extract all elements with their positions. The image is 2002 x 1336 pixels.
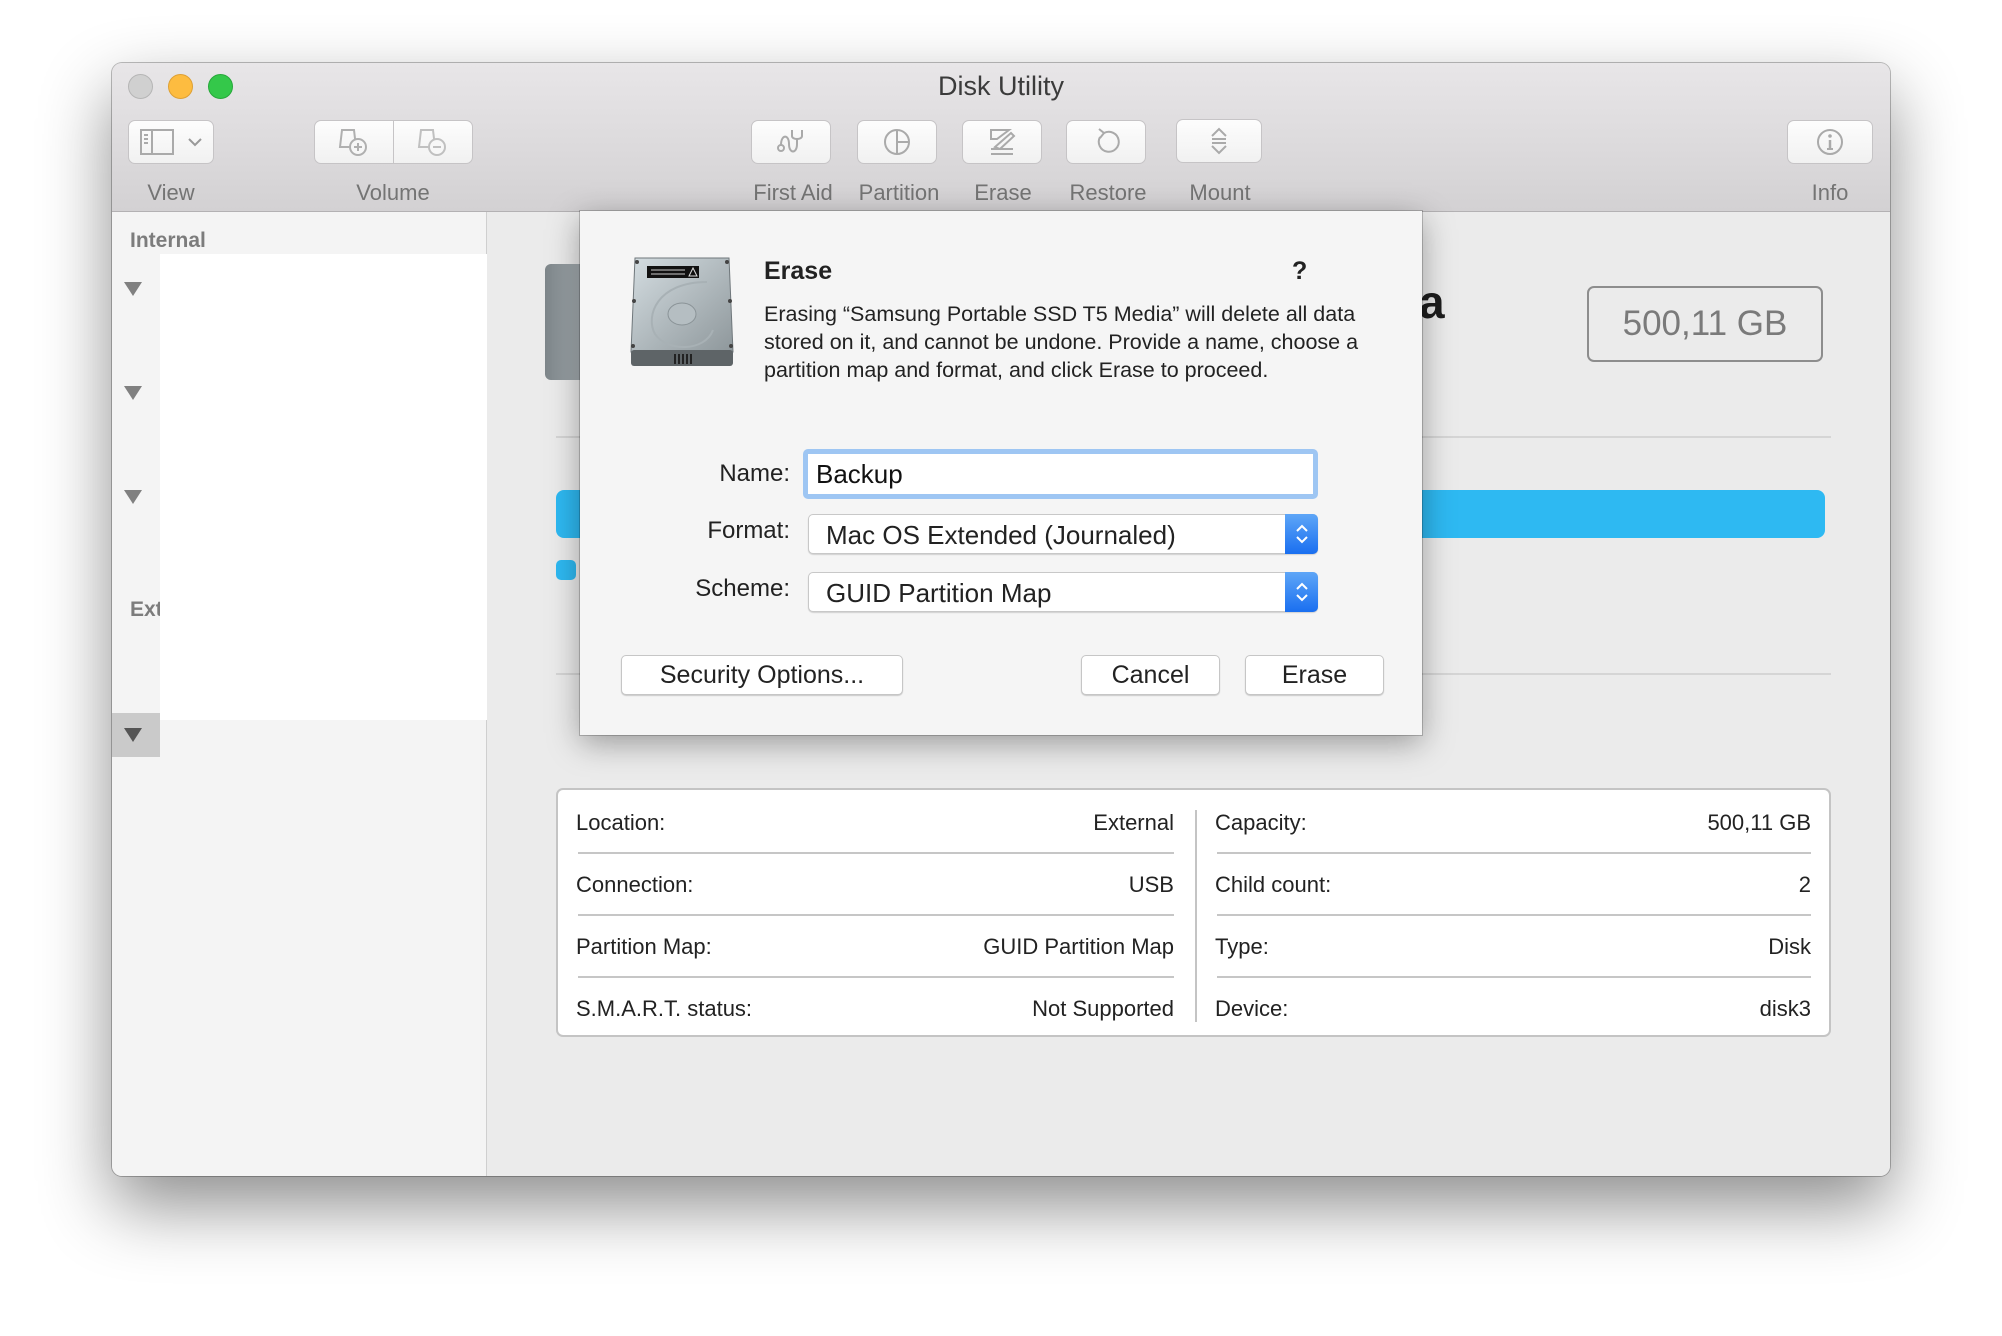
info-value: External xyxy=(1093,810,1174,835)
mount-label: Mount xyxy=(1189,180,1251,205)
stethoscope-icon xyxy=(775,126,807,158)
info-row: Connection: USB xyxy=(576,854,1174,916)
disclosure-triangle-icon[interactable] xyxy=(124,282,142,296)
volume-label: Volume xyxy=(356,180,430,205)
info-value: USB xyxy=(1128,872,1174,897)
security-options-button[interactable]: Security Options... xyxy=(621,655,903,695)
format-select[interactable]: Mac OS Extended (Journaled) xyxy=(808,514,1318,554)
info-row: Location: External xyxy=(576,792,1174,854)
info-icon xyxy=(1815,127,1845,157)
cancel-button[interactable]: Cancel xyxy=(1081,655,1220,695)
restore-button[interactable] xyxy=(1066,120,1146,164)
capacity-badge: 500,11 GB xyxy=(1587,286,1823,362)
sidebar-header-external: Ext xyxy=(130,598,163,621)
info-label: Info xyxy=(1811,180,1849,205)
info-label: S.M.A.R.T. status: xyxy=(576,996,753,1021)
info-row: Partition Map: GUID Partition Map xyxy=(576,916,1174,978)
sidebar-view-icon xyxy=(140,129,176,155)
scheme-value: GUID Partition Map xyxy=(826,578,1052,608)
info-row: Device: disk3 xyxy=(1215,978,1811,1040)
help-button[interactable]: ? xyxy=(1292,257,1307,286)
up-down-chevron-icon xyxy=(1285,514,1318,554)
info-value: Not Supported xyxy=(1032,996,1174,1021)
info-row: Type: Disk xyxy=(1215,916,1811,978)
info-table: Location: External Connection: USB Parti… xyxy=(556,788,1831,1037)
column-divider xyxy=(1195,810,1197,1022)
disclosure-triangle-icon[interactable] xyxy=(124,728,142,742)
info-value: Disk xyxy=(1768,934,1811,959)
dialog-title: Erase xyxy=(764,257,833,285)
mount-button[interactable] xyxy=(1176,119,1262,163)
erase-button[interactable]: Erase xyxy=(1245,655,1384,695)
info-label: Capacity: xyxy=(1215,810,1307,835)
info-label: Location: xyxy=(576,810,666,835)
first-aid-button[interactable] xyxy=(751,120,831,164)
add-volume-icon xyxy=(338,127,370,157)
first-aid-label: First Aid xyxy=(753,180,833,205)
disclosure-triangle-icon[interactable] xyxy=(124,386,142,400)
name-input[interactable] xyxy=(808,454,1313,494)
titlebar-toolbar: Disk Utility View Volume First Aid Parti… xyxy=(112,63,1890,212)
info-row: S.M.A.R.T. status: Not Supported xyxy=(576,978,1174,1040)
dialog-message: Erasing “Samsung Portable SSD T5 Media” … xyxy=(764,302,1359,382)
sidebar-redacted-area xyxy=(160,254,489,720)
erase-toolbar-button[interactable] xyxy=(962,120,1042,164)
format-label: Format: xyxy=(707,517,790,544)
erase-toolbar-label: Erase xyxy=(974,180,1032,205)
info-value: GUID Partition Map xyxy=(983,934,1174,959)
restore-label: Restore xyxy=(1069,180,1147,205)
partition-button[interactable] xyxy=(857,120,937,164)
view-button[interactable] xyxy=(128,120,214,164)
info-label: Type: xyxy=(1215,934,1269,959)
remove-volume-icon xyxy=(417,127,449,157)
info-value: 2 xyxy=(1798,872,1811,897)
disclosure-triangle-icon[interactable] xyxy=(124,490,142,504)
name-field[interactable] xyxy=(803,449,1318,499)
info-label: Device: xyxy=(1215,996,1289,1021)
scheme-label: Scheme: xyxy=(695,575,790,602)
erase-dialog: Erase ? Erasing “Samsung Portable SSD T5… xyxy=(580,211,1422,735)
info-label: Partition Map: xyxy=(576,934,712,959)
restore-arrow-icon xyxy=(1091,127,1121,157)
hard-disk-icon xyxy=(627,256,737,368)
sidebar: Internal Ext xyxy=(112,212,489,1176)
mount-icon xyxy=(1207,126,1231,156)
partition-label: Partition xyxy=(858,180,940,205)
up-down-chevron-icon xyxy=(1285,572,1318,612)
format-value: Mac OS Extended (Journaled) xyxy=(826,520,1176,550)
erase-icon xyxy=(987,127,1017,157)
info-button[interactable] xyxy=(1787,120,1873,164)
disk-name: a xyxy=(1419,276,1445,328)
info-row: Capacity: 500,11 GB xyxy=(1215,792,1811,854)
window-title: Disk Utility xyxy=(938,71,1064,101)
sidebar-header-internal: Internal xyxy=(130,229,206,252)
info-value: disk3 xyxy=(1759,996,1811,1021)
scheme-select[interactable]: GUID Partition Map xyxy=(808,572,1318,612)
chevron-down-icon xyxy=(188,137,202,147)
info-column-left: Location: External Connection: USB Parti… xyxy=(576,790,1174,1035)
info-label: Child count: xyxy=(1215,872,1332,897)
add-volume-button[interactable] xyxy=(314,120,394,164)
remove-volume-button[interactable] xyxy=(393,120,473,164)
view-label: View xyxy=(147,180,195,205)
name-label: Name: xyxy=(719,460,790,487)
info-value: 500,11 GB xyxy=(1707,810,1811,835)
info-row: Child count: 2 xyxy=(1215,854,1811,916)
info-label: Connection: xyxy=(576,872,694,897)
info-column-right: Capacity: 500,11 GB Child count: 2 Type:… xyxy=(1215,790,1811,1035)
partition-pie-icon xyxy=(882,127,912,157)
usage-legend-swatch xyxy=(556,560,576,580)
